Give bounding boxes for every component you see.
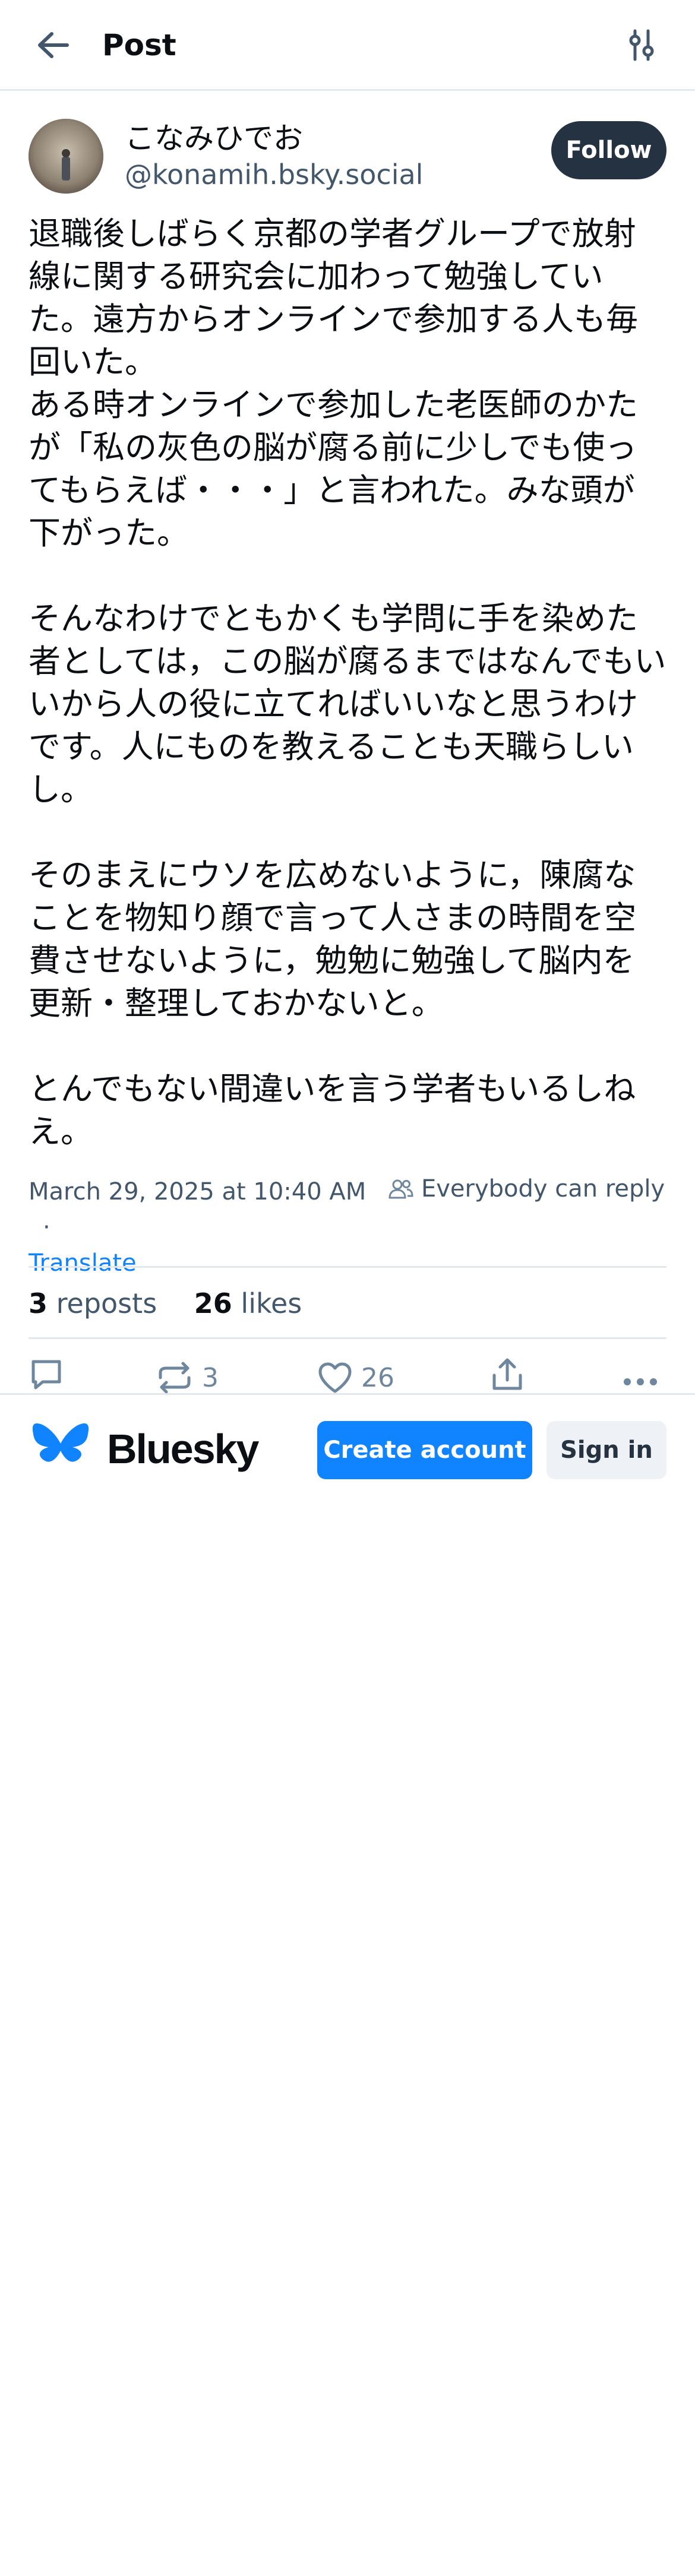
divider [29, 1337, 666, 1339]
create-account-button[interactable]: Create account [317, 1421, 532, 1479]
sign-in-button[interactable]: Sign in [546, 1421, 666, 1479]
arrow-left-icon [36, 30, 71, 62]
post-stats: 3 reposts 26 likes [29, 1283, 302, 1324]
back-button[interactable] [29, 24, 78, 69]
signup-bar: Bluesky Create account Sign in [0, 1393, 695, 1494]
meta-separator: · [43, 1214, 50, 1241]
reply-setting-label: Everybody can reply [421, 1175, 665, 1202]
thread-options-button[interactable] [617, 24, 666, 69]
repost-button[interactable]: 3 [156, 1360, 219, 1395]
post-author: こなみひでお @konamih.bsky.social Follow [29, 119, 666, 196]
divider [29, 1266, 666, 1268]
page-title: Post [102, 28, 176, 62]
brand-name: Bluesky [107, 1426, 259, 1472]
likes-label: likes [241, 1287, 302, 1319]
reposts-stat[interactable]: 3 reposts [29, 1287, 157, 1319]
more-options-button[interactable] [623, 1360, 658, 1395]
likes-count: 26 [194, 1287, 232, 1319]
sliders-icon [627, 29, 656, 64]
bluesky-logo[interactable]: Bluesky [31, 1421, 259, 1477]
reply-icon [29, 1358, 64, 1398]
post-actions: 3 26 [29, 1357, 666, 1398]
author-display-name[interactable]: こなみひでお [125, 119, 303, 158]
reply-setting[interactable]: Everybody can reply [388, 1171, 665, 1207]
share-icon [491, 1357, 524, 1398]
people-icon [388, 1178, 414, 1200]
post-timestamp[interactable]: March 29, 2025 at 10:40 AM [29, 1174, 366, 1210]
like-count: 26 [361, 1362, 394, 1393]
top-header: Post [0, 0, 695, 91]
reposts-label: reposts [56, 1287, 157, 1319]
heart-icon [317, 1362, 353, 1394]
ellipsis-icon [623, 1363, 658, 1393]
share-button[interactable] [491, 1357, 524, 1398]
butterfly-icon [31, 1421, 90, 1477]
reply-button[interactable] [29, 1360, 64, 1395]
like-button[interactable]: 26 [317, 1360, 394, 1395]
author-handle[interactable]: @konamih.bsky.social [125, 156, 423, 194]
translate-link[interactable]: Translate [29, 1249, 137, 1277]
follow-button[interactable]: Follow [551, 121, 666, 179]
repost-icon [156, 1361, 194, 1394]
likes-stat[interactable]: 26 likes [194, 1287, 302, 1319]
avatar[interactable] [29, 119, 103, 194]
repost-count: 3 [202, 1362, 219, 1393]
post-text: 退職後しばらく京都の学者グループで放射線に関する研究会に加わって勉強していた。遠… [29, 215, 666, 1150]
reposts-count: 3 [29, 1287, 48, 1319]
post-meta: March 29, 2025 at 10:40 AM Everybody can… [29, 1171, 666, 1281]
